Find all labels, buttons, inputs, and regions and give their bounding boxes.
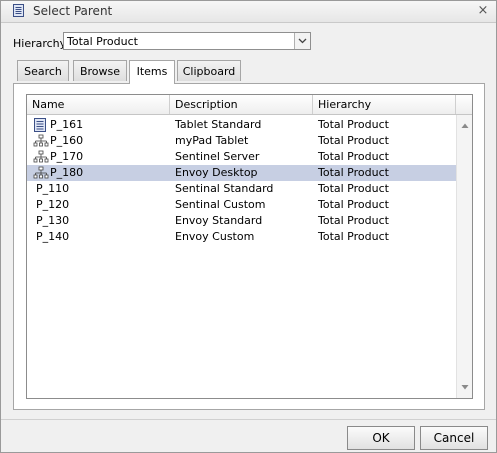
row-hierarchy: Total Product [318,166,389,179]
row-hierarchy: Total Product [318,230,389,243]
title-bar[interactable]: Select Parent × [1,1,496,23]
row-hierarchy: Total Product [318,214,389,227]
row-name: P_140 [36,230,70,243]
row-hierarchy: Total Product [318,198,389,211]
row-name: P_130 [36,214,70,227]
scroll-up-icon[interactable] [460,122,470,130]
items-tab-panel: Name Description Hierarchy P_161 Tablet … [13,83,485,410]
table-row[interactable]: P_110 Sentinal Standard Total Product [27,181,456,197]
table-row[interactable]: P_160 myPad Tablet Total Product [27,133,456,149]
footer-divider [1,419,496,420]
row-description: Envoy Desktop [175,166,258,179]
grid-header: Name Description Hierarchy [27,95,472,115]
column-header-spacer [456,95,472,114]
row-name: P_120 [36,198,70,211]
document-icon [34,118,46,132]
vertical-scrollbar[interactable] [456,115,472,398]
table-row-selected[interactable]: P_180 Envoy Desktop Total Product [27,165,456,181]
document-icon [13,4,24,17]
dropdown-button[interactable] [294,33,310,49]
scroll-down-icon[interactable] [460,383,470,391]
row-description: Sentinal Custom [175,198,266,211]
tab-items[interactable]: Items [129,60,175,84]
hierarchy-label: Hierarchy [13,37,67,50]
row-hierarchy: Total Product [318,118,389,131]
hierarchy-tree-icon [33,134,49,147]
hierarchy-tree-icon [33,166,49,179]
grid-rows: P_161 Tablet Standard Total Product P_16… [27,117,456,245]
row-name: P_160 [50,134,84,147]
row-hierarchy: Total Product [318,134,389,147]
chevron-down-icon [298,38,307,44]
ok-button[interactable]: OK [347,426,415,450]
table-row[interactable]: P_161 Tablet Standard Total Product [27,117,456,133]
row-description: Envoy Standard [175,214,263,227]
hierarchy-select-value: Total Product [67,35,138,48]
column-header-description[interactable]: Description [170,95,313,114]
row-name: P_110 [36,182,70,195]
column-header-name[interactable]: Name [27,95,170,114]
tab-clipboard[interactable]: Clipboard [177,60,241,81]
close-icon[interactable]: × [476,4,490,18]
row-description: Tablet Standard [175,118,262,131]
row-hierarchy: Total Product [318,182,389,195]
row-name: P_180 [50,166,84,179]
table-row[interactable]: P_170 Sentinel Server Total Product [27,149,456,165]
items-grid: Name Description Hierarchy P_161 Tablet … [26,94,473,399]
row-description: Sentinel Server [175,150,260,163]
hierarchy-select[interactable]: Total Product [63,32,311,50]
hierarchy-tree-icon [33,150,49,163]
row-name: P_161 [50,118,84,131]
row-hierarchy: Total Product [318,150,389,163]
row-description: Envoy Custom [175,230,255,243]
row-description: Sentinal Standard [175,182,274,195]
column-header-hierarchy[interactable]: Hierarchy [313,95,456,114]
tab-browse[interactable]: Browse [73,60,127,81]
row-description: myPad Tablet [175,134,249,147]
tab-search[interactable]: Search [17,60,69,81]
row-name: P_170 [50,150,84,163]
dialog-title: Select Parent [33,4,113,18]
table-row[interactable]: P_120 Sentinal Custom Total Product [27,197,456,213]
table-row[interactable]: P_140 Envoy Custom Total Product [27,229,456,245]
cancel-button[interactable]: Cancel [420,426,488,450]
select-parent-dialog: Select Parent × Hierarchy Total Product … [0,0,497,453]
table-row[interactable]: P_130 Envoy Standard Total Product [27,213,456,229]
